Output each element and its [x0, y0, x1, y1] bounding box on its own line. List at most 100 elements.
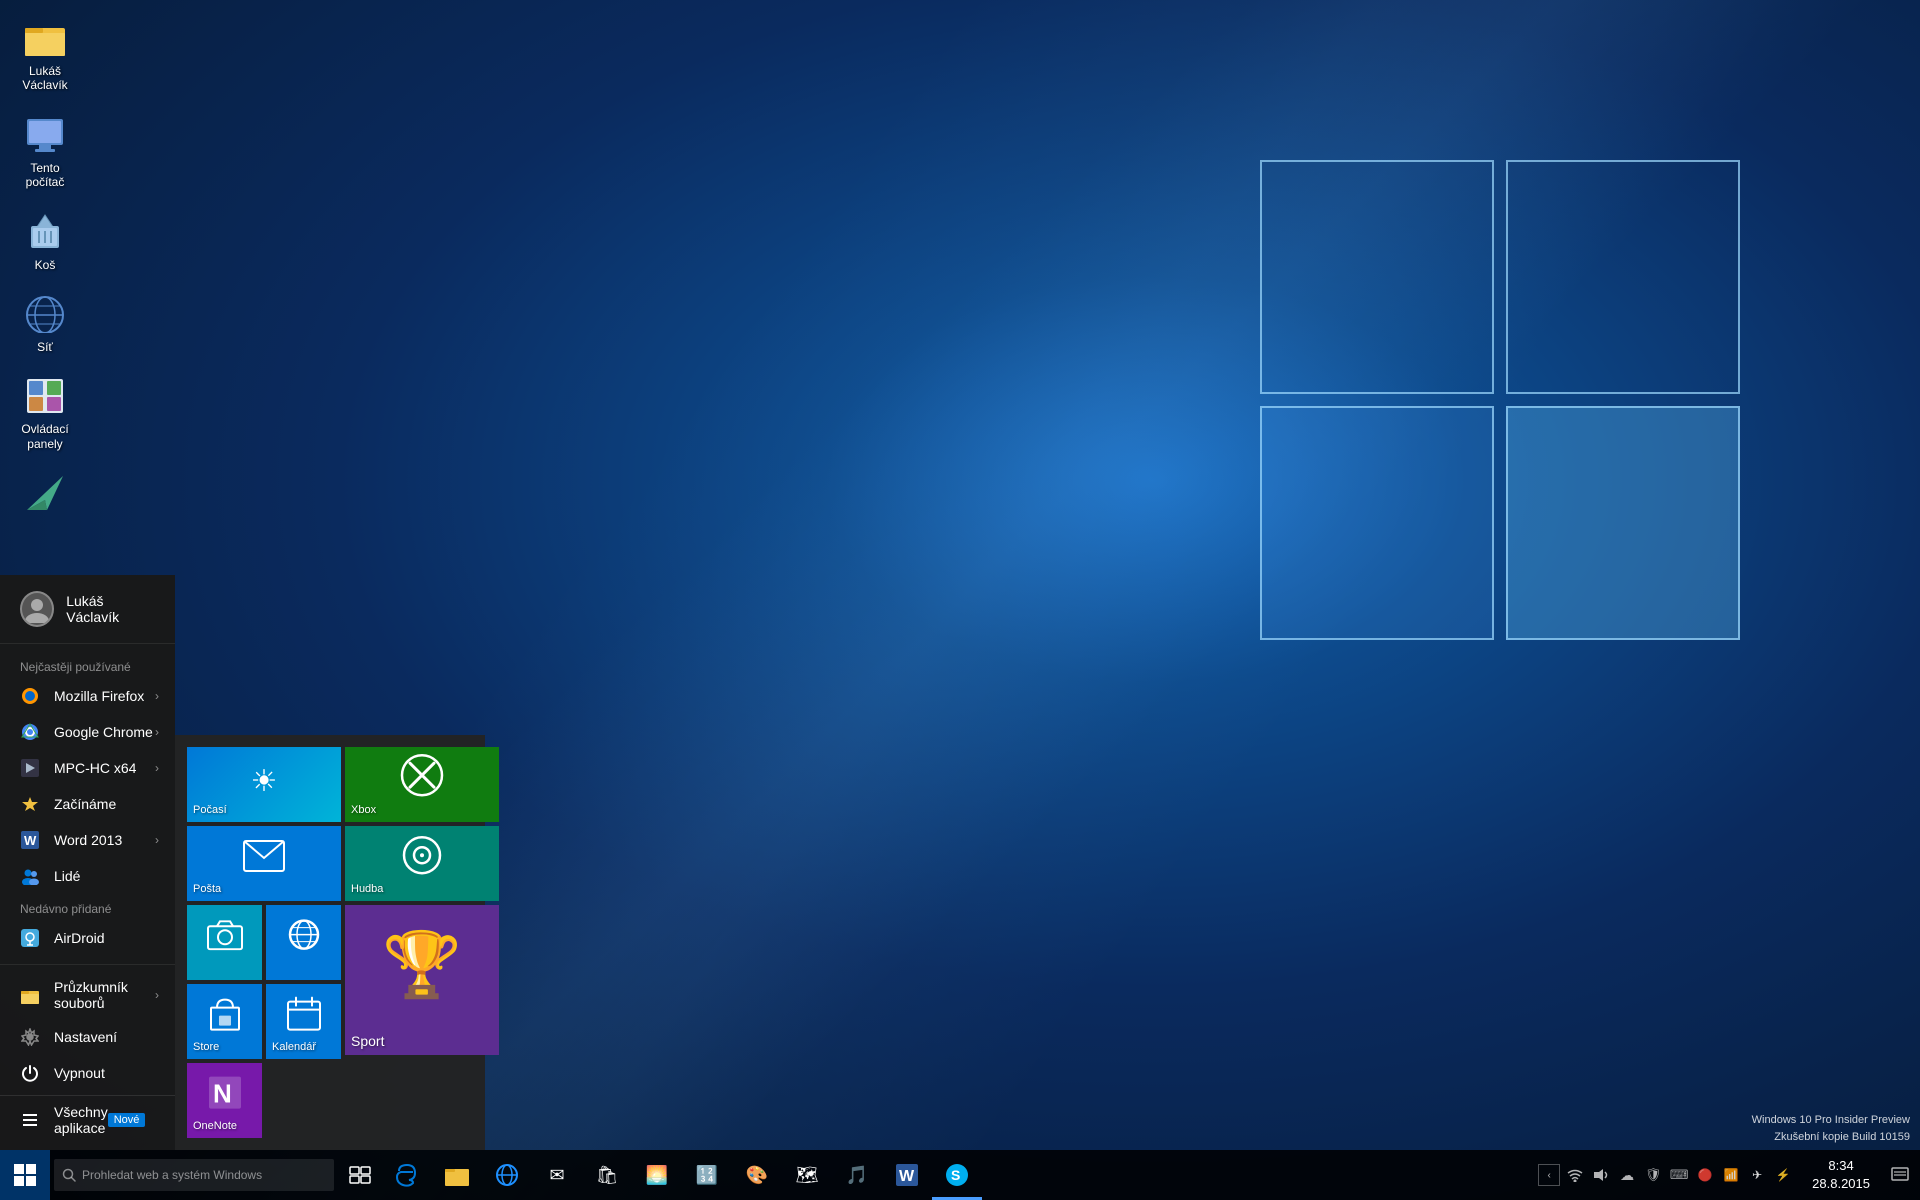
firefox-icon: [20, 686, 40, 706]
tile-xbox[interactable]: Xbox: [345, 747, 499, 822]
start-item-word[interactable]: W Word 2013 ›: [0, 822, 175, 858]
desktop-icon-network[interactable]: Síť: [5, 286, 85, 360]
taskbar-clock[interactable]: 8:34 28.8.2015: [1802, 1157, 1880, 1193]
action-center-button[interactable]: [1880, 1150, 1920, 1200]
taskbar-app-maps[interactable]: 🗺: [782, 1150, 832, 1200]
vypnout-label: Vypnout: [54, 1065, 105, 1081]
start-item-vypnout[interactable]: Vypnout: [0, 1055, 175, 1091]
chrome-icon: [20, 722, 40, 742]
network-icon: [23, 292, 67, 336]
tile-pocasi[interactable]: ☀ Počasí: [187, 747, 341, 822]
airdroid-label: AirDroid: [54, 930, 105, 946]
tray-security[interactable]: 🛡: [1642, 1164, 1664, 1186]
zaciname-icon: [20, 794, 40, 814]
vsechny-icon: [20, 1110, 40, 1130]
taskbar-app-edge[interactable]: [382, 1150, 432, 1200]
ie-icon: [286, 916, 322, 960]
svg-text:W: W: [899, 1168, 915, 1185]
taskbar-app-groove[interactable]: 🎵: [832, 1150, 882, 1200]
desktop-icon-recycle[interactable]: Koš: [5, 204, 85, 278]
tile-posta[interactable]: Pošta: [187, 826, 341, 901]
start-item-airdroid[interactable]: AirDroid: [0, 920, 175, 956]
pruzkumnik-label: Průzkumník souborů: [54, 979, 155, 1011]
win-info-line1: Windows 10 Pro Insider PreviewZkušební k…: [1752, 1112, 1910, 1145]
vypnout-icon: [20, 1063, 40, 1083]
start-user-section[interactable]: Lukáš Václavík: [0, 575, 175, 644]
lide-icon: [20, 866, 40, 886]
start-item-pruzkumnik[interactable]: Průzkumník souborů ›: [0, 971, 175, 1019]
tray-app1[interactable]: 🔴: [1694, 1164, 1716, 1186]
xbox-label: Xbox: [351, 804, 376, 816]
tile-onenote[interactable]: N OneNote: [187, 1063, 262, 1138]
word-icon: W: [20, 830, 40, 850]
camera-tile-icon: [207, 920, 243, 958]
desktop-icon-control-panel[interactable]: Ovládacípanely: [5, 368, 85, 457]
tile-kalendar[interactable]: Kalendář: [266, 984, 341, 1059]
store-label: Store: [193, 1041, 219, 1053]
taskbar-app-explorer[interactable]: [432, 1150, 482, 1200]
posta-label: Pošta: [193, 883, 221, 895]
tray-app3[interactable]: ✈: [1746, 1164, 1768, 1186]
start-item-chrome[interactable]: Google Chrome ›: [0, 714, 175, 750]
tray-volume[interactable]: [1590, 1164, 1612, 1186]
start-button[interactable]: [0, 1150, 50, 1200]
taskbar-app-skype[interactable]: S: [932, 1150, 982, 1200]
desktop-icon-user[interactable]: LukášVáclavík: [5, 10, 85, 99]
win-pane-br: [1506, 406, 1740, 640]
control-panel-icon-label: Ovládacípanely: [21, 422, 68, 451]
nastaveni-label: Nastavení: [54, 1029, 117, 1045]
tile-hudba[interactable]: Hudba: [345, 826, 499, 901]
kalendar-label: Kalendář: [272, 1041, 316, 1053]
posta-icon: [243, 840, 285, 880]
recently-added-label: Nedávno přidané: [0, 894, 175, 920]
tiles-panel: ☀ Počasí Xbox Pošta: [175, 735, 485, 1150]
taskview-icon: [349, 1166, 371, 1184]
taskbar-apps: ✉ 🛍 🌅 🔢 🎨 🗺 🎵 W S: [382, 1150, 1530, 1200]
control-panel-icon: [23, 374, 67, 418]
taskbar-app-mail[interactable]: ✉: [532, 1150, 582, 1200]
taskbar-tray: ‹ ☁ 🛡 ⌨ 🔴 📶 ✈: [1530, 1164, 1802, 1186]
tile-sport[interactable]: 🏆 Sport: [345, 905, 499, 1055]
taskbar-app-photos[interactable]: 🌅: [632, 1150, 682, 1200]
lide-label: Lidé: [54, 868, 80, 884]
pocasi-label: Počasí: [193, 804, 227, 816]
pruzkumnik-arrow: ›: [155, 988, 159, 1002]
desktop-icon-computer[interactable]: Tento počítač: [5, 107, 85, 196]
sport-label: Sport: [351, 1033, 384, 1049]
recycle-icon-label: Koš: [35, 258, 56, 272]
taskbar-app-store2[interactable]: 🛍: [582, 1150, 632, 1200]
win-pane-tr: [1506, 160, 1740, 394]
taskbar-app-calc[interactable]: 🔢: [682, 1150, 732, 1200]
mpc-arrow: ›: [155, 761, 159, 775]
tray-app2[interactable]: 📶: [1720, 1164, 1742, 1186]
computer-icon: [23, 113, 67, 157]
start-item-nastaveni[interactable]: Nastavení: [0, 1019, 175, 1055]
start-windows-icon: [14, 1164, 36, 1186]
tray-app4[interactable]: ⚡: [1772, 1164, 1794, 1186]
tile-camera[interactable]: [187, 905, 262, 980]
tray-extra1[interactable]: ⌨: [1668, 1164, 1690, 1186]
start-item-zaciname[interactable]: Začínáme: [0, 786, 175, 822]
taskbar-search[interactable]: Prohledat web a systém Windows: [54, 1159, 334, 1191]
desktop-icon-directmail[interactable]: [5, 465, 85, 525]
taskbar-app-word2[interactable]: W: [882, 1150, 932, 1200]
start-item-mpc[interactable]: MPC-HC x64 ›: [0, 750, 175, 786]
start-item-vsechny[interactable]: Všechny aplikace Nové: [0, 1095, 175, 1144]
directmail-icon: [23, 471, 67, 515]
word-arrow: ›: [155, 833, 159, 847]
tray-wifi[interactable]: [1564, 1164, 1586, 1186]
tray-onedrive[interactable]: ☁: [1616, 1164, 1638, 1186]
taskbar-taskview[interactable]: [338, 1150, 382, 1200]
start-bottom-items: Průzkumník souborů › Nastavení: [0, 964, 175, 1150]
tile-ie[interactable]: [266, 905, 341, 980]
svg-text:N: N: [213, 1078, 232, 1108]
airdroid-icon: [20, 928, 40, 948]
taskbar-app-ie[interactable]: [482, 1150, 532, 1200]
tray-expand[interactable]: ‹: [1538, 1164, 1560, 1186]
vsechny-badge: Nové: [108, 1113, 146, 1127]
desktop: LukášVáclavík Tento počítač: [0, 0, 1920, 1200]
start-item-lide[interactable]: Lidé: [0, 858, 175, 894]
taskbar-app-paint[interactable]: 🎨: [732, 1150, 782, 1200]
tile-store[interactable]: Store: [187, 984, 262, 1059]
start-item-firefox[interactable]: Mozilla Firefox ›: [0, 678, 175, 714]
